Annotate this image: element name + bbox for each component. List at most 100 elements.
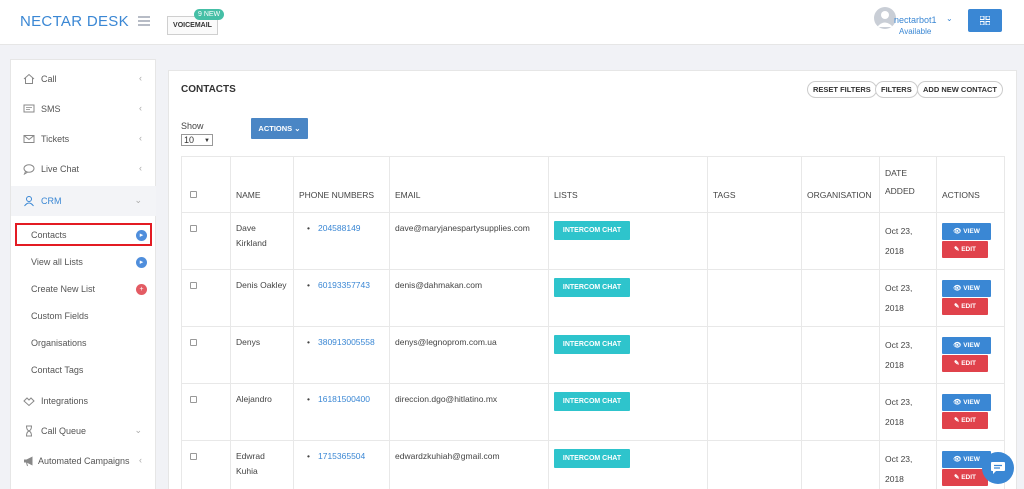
view-button[interactable]: 👁 VIEW <box>942 280 991 297</box>
edit-button[interactable]: ✎ EDIT <box>942 241 988 258</box>
edit-label: EDIT <box>961 417 977 424</box>
phone-number-link[interactable]: 16181500400 <box>299 394 370 404</box>
column-header[interactable]: NAME <box>230 156 294 213</box>
select-cell <box>181 269 231 327</box>
sidebar-item-crm[interactable]: CRM ⌄ <box>11 186 156 216</box>
view-label: VIEW <box>963 399 980 406</box>
user-avatar-icon <box>877 11 893 27</box>
select-all-checkbox[interactable] <box>190 191 197 198</box>
chevron-left-icon: ‹ <box>139 103 142 113</box>
user-menu-chevron-icon[interactable]: ⌄ <box>946 14 953 23</box>
chat-widget-button[interactable] <box>982 452 1014 484</box>
phone-number-link[interactable]: 380913005558 <box>299 337 375 347</box>
column-header[interactable]: ORGANISATION <box>801 156 880 213</box>
sms-icon <box>23 104 35 113</box>
contact-email: dave@maryjanespartysupplies.com <box>389 212 549 270</box>
eye-icon: 👁 <box>953 342 964 349</box>
show-label: Show <box>181 121 204 131</box>
list-badge[interactable]: INTERCOM CHAT <box>554 221 630 240</box>
chat-bubble-icon <box>23 164 35 175</box>
actions-cell: 👁 VIEW ✎ EDIT <box>936 326 1005 384</box>
list-badge[interactable]: INTERCOM CHAT <box>554 278 630 297</box>
sidebar-sub-contact-tags[interactable]: Contact Tags <box>11 358 156 383</box>
plus-circle-icon: + <box>136 284 147 295</box>
view-label: VIEW <box>963 342 980 349</box>
select-all-cell <box>181 156 231 213</box>
sidebar-item-label: Live Chat <box>41 164 80 174</box>
sidebar-item-automated-campaigns[interactable]: Automated Campaigns ‹ <box>11 446 156 476</box>
select-cell <box>181 326 231 384</box>
table-header-row: NAME PHONE NUMBERS EMAIL LISTS TAGS ORGA… <box>181 156 1005 213</box>
add-new-contact-button[interactable]: ADD NEW CONTACT <box>917 81 1004 98</box>
sidebar-sub-view-all-lists[interactable]: View all Lists ▸ <box>11 250 156 275</box>
list-badge[interactable]: INTERCOM CHAT <box>554 335 630 354</box>
row-checkbox[interactable] <box>190 396 197 403</box>
phone-cell: 16181500400 <box>293 383 390 441</box>
view-button[interactable]: 👁 VIEW <box>942 337 991 354</box>
list-badge[interactable]: INTERCOM CHAT <box>554 449 630 468</box>
sidebar-sub-custom-fields[interactable]: Custom Fields <box>11 304 156 329</box>
view-button[interactable]: 👁 VIEW <box>942 394 991 411</box>
sidebar-sub-label: Custom Fields <box>31 311 89 321</box>
hamburger-menu-icon[interactable] <box>138 16 150 26</box>
chevron-left-icon: ‹ <box>139 455 142 465</box>
view-label: VIEW <box>963 228 980 235</box>
edit-button[interactable]: ✎ EDIT <box>942 298 988 315</box>
date-added: Oct 23, 2018 <box>879 440 937 489</box>
bulk-actions-button[interactable]: ACTIONS ⌄ <box>251 118 308 139</box>
date-added: Oct 23, 2018 <box>879 212 937 270</box>
sidebar-sub-label: View all Lists <box>31 257 83 267</box>
row-checkbox[interactable] <box>190 453 197 460</box>
phone-cell: 380913005558 <box>293 326 390 384</box>
column-header[interactable]: LISTS <box>548 156 708 213</box>
column-header[interactable]: TAGS <box>707 156 802 213</box>
row-checkbox[interactable] <box>190 225 197 232</box>
contacts-table: NAME PHONE NUMBERS EMAIL LISTS TAGS ORGA… <box>181 156 1005 489</box>
home-icon <box>23 73 35 84</box>
sidebar-item-call[interactable]: Call ‹ <box>11 64 156 94</box>
sidebar-item-sms[interactable]: SMS ‹ <box>11 94 156 124</box>
list-badge[interactable]: INTERCOM CHAT <box>554 392 630 411</box>
view-label: VIEW <box>963 285 980 292</box>
column-header[interactable]: PHONE NUMBERS <box>293 156 390 213</box>
row-checkbox[interactable] <box>190 339 197 346</box>
handshake-icon <box>23 397 35 407</box>
sidebar-item-tickets[interactable]: Tickets ‹ <box>11 124 156 154</box>
organisation-cell <box>801 326 880 384</box>
select-cell <box>181 212 231 270</box>
contact-name: Dave Kirkland <box>230 212 294 270</box>
page-size-select[interactable]: 10 ▼ <box>181 134 213 146</box>
sidebar-sub-organisations[interactable]: Organisations <box>11 331 156 356</box>
user-status: Available <box>899 27 932 36</box>
sidebar-item-live-chat[interactable]: Live Chat ‹ <box>11 154 156 184</box>
phone-number-link[interactable]: 1715365504 <box>299 451 365 461</box>
hourglass-icon <box>26 425 32 437</box>
column-header[interactable]: EMAIL <box>389 156 549 213</box>
brand-logo[interactable]: NECTAR DESK <box>20 13 129 30</box>
avatar[interactable] <box>874 7 896 29</box>
user-name[interactable]: nectarbot1 <box>894 15 937 25</box>
row-checkbox[interactable] <box>190 282 197 289</box>
phone-number-link[interactable]: 60193357743 <box>299 280 370 290</box>
apps-grid-button[interactable] <box>968 9 1002 32</box>
reset-filters-button[interactable]: RESET FILTERS <box>807 81 877 98</box>
phone-number-link[interactable]: 204588149 <box>299 223 361 233</box>
sidebar-item-call-queue[interactable]: Call Queue ⌄ <box>11 416 156 446</box>
filters-button[interactable]: FILTERS <box>875 81 918 98</box>
column-header[interactable]: DATE ADDED <box>879 156 937 213</box>
edit-button[interactable]: ✎ EDIT <box>942 469 988 486</box>
organisation-cell <box>801 212 880 270</box>
chevron-left-icon: ‹ <box>139 163 142 173</box>
select-cell <box>181 440 231 489</box>
edit-label: EDIT <box>961 474 977 481</box>
tags-cell <box>707 383 802 441</box>
sidebar-sub-create-new-list[interactable]: Create New List + <box>11 277 156 302</box>
edit-button[interactable]: ✎ EDIT <box>942 355 988 372</box>
sidebar-item-integrations[interactable]: Integrations <box>11 386 156 416</box>
page-size-value: 10 <box>184 135 195 145</box>
phone-cell: 204588149 <box>293 212 390 270</box>
view-button[interactable]: 👁 VIEW <box>942 223 991 240</box>
tags-cell <box>707 269 802 327</box>
edit-button[interactable]: ✎ EDIT <box>942 412 988 429</box>
contact-name: Denis Oakley <box>230 269 294 327</box>
